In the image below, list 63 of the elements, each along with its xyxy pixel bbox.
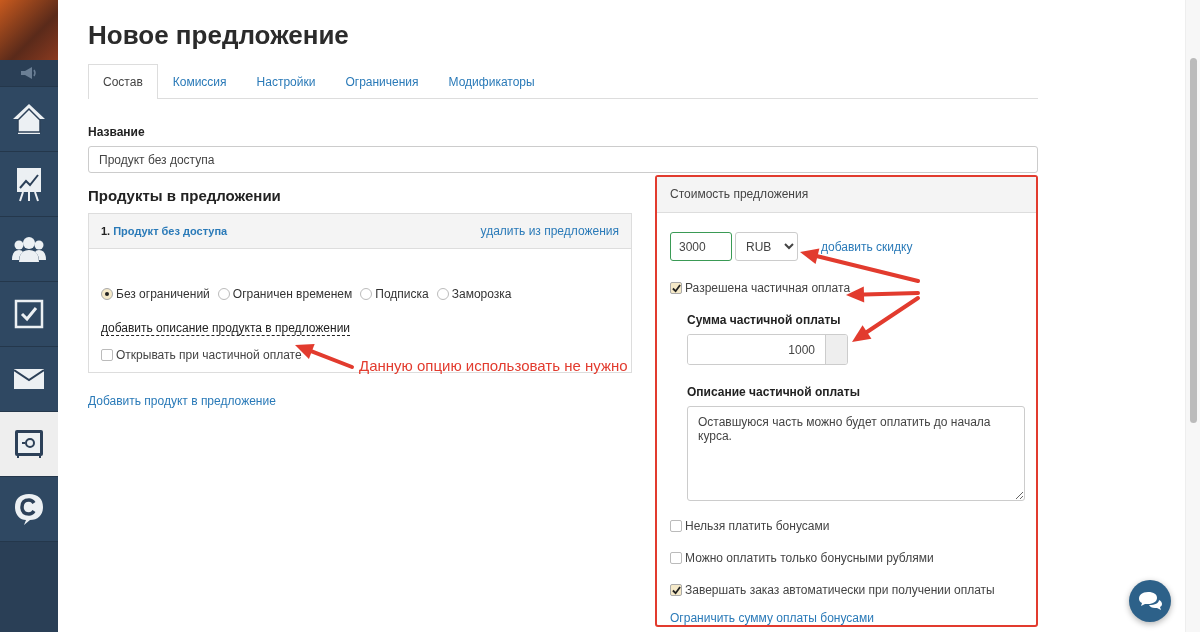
discount-link[interactable]: добавить скидку bbox=[821, 239, 913, 254]
tab[interactable]: Ограничения bbox=[330, 64, 434, 99]
field-label: Сумма частичной оплаты bbox=[687, 313, 842, 327]
radio-button[interactable] bbox=[360, 288, 373, 300]
checkbox[interactable] bbox=[670, 584, 682, 596]
tab[interactable]: Настройки bbox=[241, 64, 331, 99]
scrollbar[interactable] bbox=[1185, 0, 1200, 632]
panel-header: Стоимость предложения bbox=[657, 177, 1036, 213]
sidebar-item[interactable] bbox=[0, 87, 58, 152]
sum-field[interactable]: 1000 bbox=[687, 334, 848, 365]
price-field[interactable]: 3000 bbox=[670, 232, 732, 261]
item-number: 1. bbox=[101, 225, 111, 237]
checkbox-label: Разрешена частичная оплата bbox=[685, 281, 851, 295]
sidebar-item[interactable] bbox=[0, 347, 58, 412]
chart-icon bbox=[15, 166, 43, 202]
scrollbar-thumb[interactable] bbox=[1190, 58, 1197, 423]
mail-icon bbox=[14, 369, 44, 389]
people-icon bbox=[12, 236, 46, 262]
radio-button[interactable] bbox=[217, 288, 230, 300]
sidebar-item[interactable] bbox=[0, 217, 58, 282]
sidebar-item[interactable] bbox=[0, 412, 58, 477]
radio-button[interactable] bbox=[436, 288, 449, 300]
home-icon bbox=[12, 102, 46, 136]
tab[interactable]: Комиссия bbox=[157, 64, 242, 99]
add-product-link[interactable]: Добавить продукт в предложение bbox=[88, 394, 276, 408]
checkbox[interactable] bbox=[101, 349, 113, 361]
checkbox-icon bbox=[14, 299, 44, 329]
name-field[interactable]: Продукт без доступа bbox=[88, 146, 1038, 173]
sidebar-item[interactable] bbox=[0, 152, 58, 217]
bonus-limit-link[interactable]: Ограничить сумму оплаты бонусами bbox=[670, 611, 874, 625]
checkbox-label: Нельзя платить бонусами bbox=[685, 519, 830, 533]
sidebar-item[interactable] bbox=[0, 477, 58, 542]
checkbox-label: Завершать заказ автоматически при получении оплаты bbox=[685, 583, 995, 597]
tab[interactable]: Состав bbox=[88, 64, 158, 99]
field-label: Название bbox=[88, 125, 146, 139]
photo-placeholder bbox=[0, 0, 58, 60]
checkbox[interactable] bbox=[670, 520, 682, 532]
tab[interactable]: Модификаторы bbox=[433, 64, 550, 99]
remove-link[interactable]: удалить из предложения bbox=[480, 224, 619, 238]
radio-label: Подписка bbox=[375, 287, 429, 301]
radio-label: Заморозка bbox=[451, 287, 512, 301]
radio-label: Без ограничений bbox=[116, 287, 210, 301]
radio-label: Ограничен временем bbox=[232, 287, 353, 301]
description-link[interactable]: добавить описание продукта в предложении bbox=[101, 321, 351, 336]
checkbox-label: Открывать при частичной оплате bbox=[116, 348, 302, 362]
chat-icon bbox=[1138, 591, 1162, 611]
section-heading: Продукты в предложении bbox=[88, 187, 282, 204]
radio-button[interactable] bbox=[101, 288, 113, 300]
field-label: Описание частичной оплаты bbox=[687, 385, 861, 399]
checkbox[interactable] bbox=[670, 552, 682, 564]
currency-select[interactable]: RUB bbox=[735, 232, 798, 261]
checkbox[interactable] bbox=[670, 282, 682, 294]
chat-button[interactable] bbox=[1129, 580, 1171, 622]
input-addon bbox=[825, 335, 847, 364]
description-field[interactable]: Оставшуюся часть можно будет оплатить до начала курса. bbox=[687, 406, 1025, 501]
speaker-icon[interactable] bbox=[19, 66, 39, 80]
checkbox-label: Можно оплатить только бонусными рублями bbox=[685, 551, 934, 565]
annotation-text: Данную опцию использовать не нужно bbox=[359, 357, 628, 374]
product-link[interactable]: Продукт без доступа bbox=[113, 225, 228, 237]
safe-icon bbox=[14, 429, 44, 459]
page-title: Новое предложение bbox=[88, 20, 350, 51]
sidebar-item[interactable] bbox=[0, 282, 58, 347]
chat-bubble-icon bbox=[14, 493, 44, 525]
